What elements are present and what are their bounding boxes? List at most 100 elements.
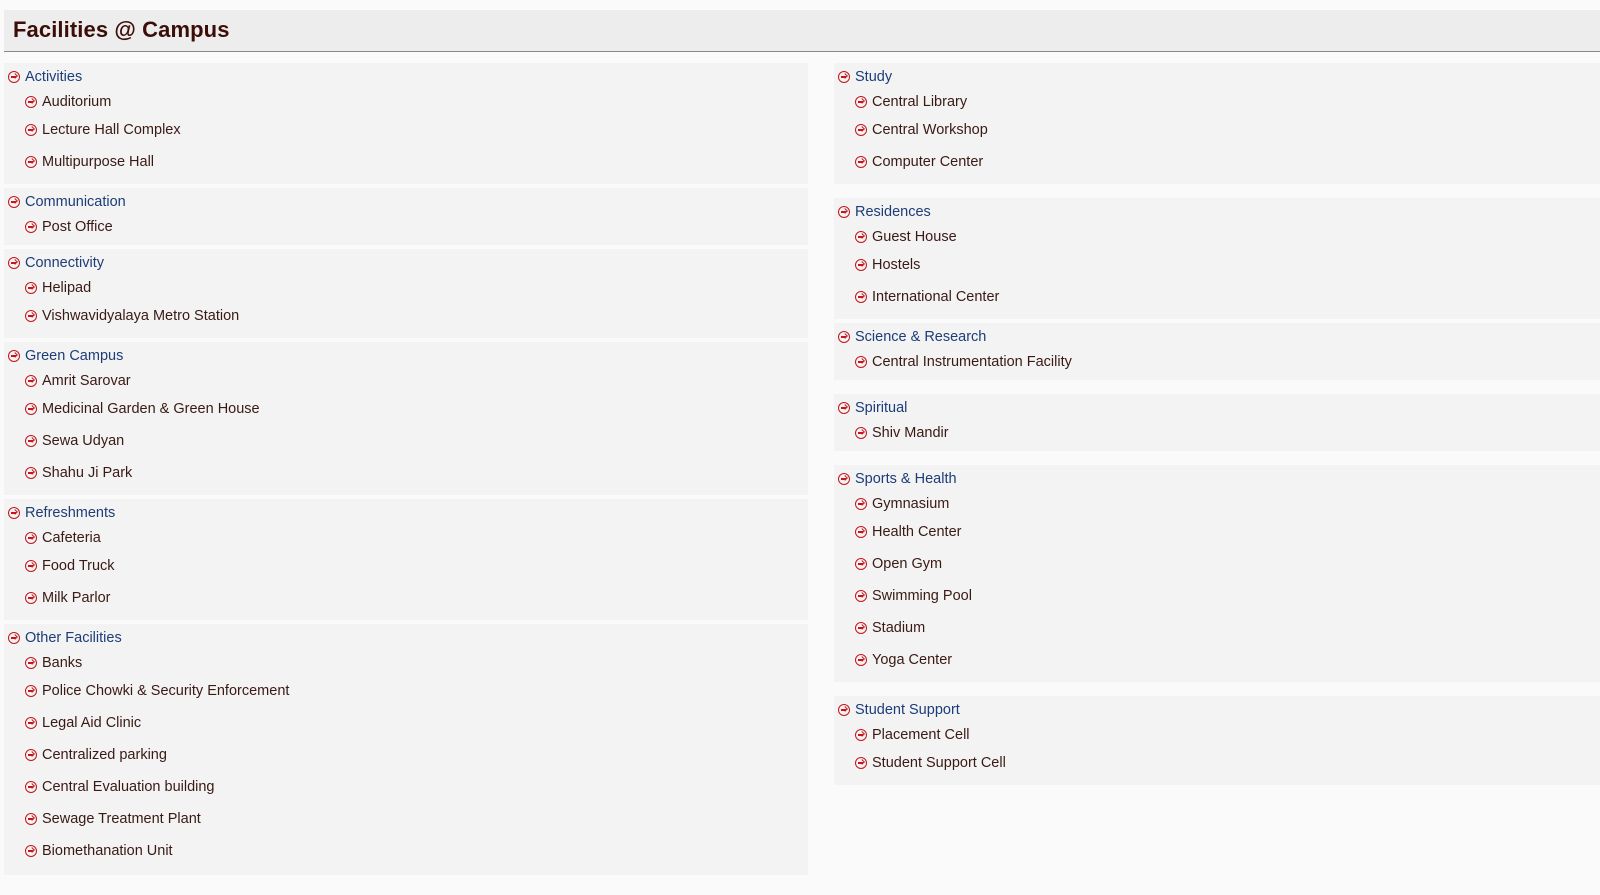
facility-link-lecture-hall-complex[interactable]: Lecture Hall Complex <box>4 114 808 146</box>
circle-arrow-right-icon <box>25 310 37 322</box>
facility-label: Medicinal Garden & Green House <box>42 401 260 417</box>
facility-link-international-center[interactable]: International Center <box>834 281 1600 313</box>
facility-link-central-evaluation-building[interactable]: Central Evaluation building <box>4 771 808 803</box>
facility-label: Health Center <box>872 524 962 540</box>
circle-arrow-right-icon <box>25 96 37 108</box>
facility-link-gymnasium[interactable]: Gymnasium <box>834 492 1600 516</box>
facility-link-post-office[interactable]: Post Office <box>4 215 808 239</box>
facility-section-study: Study Central Library Central Workshop Comp… <box>834 63 1600 184</box>
category-link-student-support[interactable]: Student Support <box>834 697 1600 723</box>
circle-arrow-right-icon <box>25 221 37 233</box>
circle-arrow-right-icon <box>8 350 20 362</box>
facility-link-sewa-udyan[interactable]: Sewa Udyan <box>4 425 808 457</box>
circle-arrow-right-icon <box>855 259 867 271</box>
facility-label: Legal Aid Clinic <box>42 715 142 731</box>
category-link-spiritual[interactable]: Spiritual <box>834 395 1600 421</box>
facility-link-amrit-sarovar[interactable]: Amrit Sarovar <box>4 369 808 393</box>
category-link-refreshments[interactable]: Refreshments <box>4 500 808 526</box>
facility-label: Milk Parlor <box>42 590 111 606</box>
facility-link-hostels[interactable]: Hostels <box>834 249 1600 281</box>
facility-link-food-truck[interactable]: Food Truck <box>4 550 808 582</box>
facility-link-milk-parlor[interactable]: Milk Parlor <box>4 582 808 614</box>
category-link-sports-and-health[interactable]: Sports & Health <box>834 466 1600 492</box>
facility-label: Helipad <box>42 280 92 296</box>
facility-link-central-workshop[interactable]: Central Workshop <box>834 114 1600 146</box>
facility-link-biomethanation-unit[interactable]: Biomethanation Unit <box>4 835 808 867</box>
circle-arrow-right-icon <box>8 196 20 208</box>
category-label: Green Campus <box>25 348 124 364</box>
facility-link-stadium[interactable]: Stadium <box>834 612 1600 644</box>
facility-label: Police Chowki & Security Enforcement <box>42 683 290 699</box>
facility-link-guest-house[interactable]: Guest House <box>834 225 1600 249</box>
category-label: Science & Research <box>855 329 987 345</box>
facility-label: Amrit Sarovar <box>42 373 131 389</box>
category-link-communication[interactable]: Communication <box>4 189 808 215</box>
facility-link-cafeteria[interactable]: Cafeteria <box>4 526 808 550</box>
facility-link-vishwavidyalaya-metro-station[interactable]: Vishwavidyalaya Metro Station <box>4 300 808 332</box>
facility-link-multipurpose-hall[interactable]: Multipurpose Hall <box>4 146 808 178</box>
facility-label: Food Truck <box>42 558 115 574</box>
category-link-residences[interactable]: Residences <box>834 199 1600 225</box>
circle-arrow-right-icon <box>855 356 867 368</box>
facility-link-banks[interactable]: Banks <box>4 651 808 675</box>
facility-link-shiv-mandir[interactable]: Shiv Mandir <box>834 421 1600 445</box>
facility-label: Central Workshop <box>872 122 988 138</box>
circle-arrow-right-icon <box>855 156 867 168</box>
facility-link-student-support-cell[interactable]: Student Support Cell <box>834 747 1600 779</box>
facility-label: Shiv Mandir <box>872 425 949 441</box>
facility-label: Lecture Hall Complex <box>42 122 181 138</box>
facility-link-medicinal-garden-and-green-house[interactable]: Medicinal Garden & Green House <box>4 393 808 425</box>
facility-section-sports-and-health: Sports & Health Gymnasium Health Center Ope… <box>834 465 1600 682</box>
facility-label: Multipurpose Hall <box>42 154 155 170</box>
circle-arrow-right-icon <box>855 498 867 510</box>
facility-link-helipad[interactable]: Helipad <box>4 276 808 300</box>
circle-arrow-right-icon <box>838 206 850 218</box>
circle-arrow-right-icon <box>25 813 37 825</box>
circle-arrow-right-icon <box>25 717 37 729</box>
facility-label: Central Instrumentation Facility <box>872 354 1072 370</box>
circle-arrow-right-icon <box>25 532 37 544</box>
category-label: Other Facilities <box>25 630 122 646</box>
facility-label: Sewage Treatment Plant <box>42 811 201 827</box>
facility-link-central-instrumentation-facility[interactable]: Central Instrumentation Facility <box>834 350 1600 374</box>
facility-link-health-center[interactable]: Health Center <box>834 516 1600 548</box>
category-link-science-and-research[interactable]: Science & Research <box>834 324 1600 350</box>
circle-arrow-right-icon <box>25 403 37 415</box>
circle-arrow-right-icon <box>25 375 37 387</box>
facility-link-centralized-parking[interactable]: Centralized parking <box>4 739 808 771</box>
facility-link-legal-aid-clinic[interactable]: Legal Aid Clinic <box>4 707 808 739</box>
circle-arrow-right-icon <box>8 632 20 644</box>
facility-link-auditorium[interactable]: Auditorium <box>4 90 808 114</box>
facility-label: Computer Center <box>872 154 984 170</box>
facility-link-central-library[interactable]: Central Library <box>834 90 1600 114</box>
circle-arrow-right-icon <box>838 331 850 343</box>
facility-link-swimming-pool[interactable]: Swimming Pool <box>834 580 1600 612</box>
facility-label: Stadium <box>872 620 926 636</box>
facility-label: Placement Cell <box>872 727 970 743</box>
facility-label: Auditorium <box>42 94 112 110</box>
facility-section-student-support: Student Support Placement Cell Student Sup… <box>834 696 1600 785</box>
facility-section-connectivity: Connectivity Helipad Vishwavidyalaya Metro… <box>4 249 808 338</box>
facility-label: International Center <box>872 289 1000 305</box>
category-link-other-facilities[interactable]: Other Facilities <box>4 625 808 651</box>
facility-link-shahu-ji-park[interactable]: Shahu Ji Park <box>4 457 808 489</box>
circle-arrow-right-icon <box>25 685 37 697</box>
facility-link-placement-cell[interactable]: Placement Cell <box>834 723 1600 747</box>
category-link-green-campus[interactable]: Green Campus <box>4 343 808 369</box>
category-link-connectivity[interactable]: Connectivity <box>4 250 808 276</box>
category-label: Residences <box>855 204 931 220</box>
facility-section-science-and-research: Science & Research Central Instrumentatio… <box>834 323 1600 380</box>
right-column: Study Central Library Central Workshop Comp… <box>834 63 1600 785</box>
facility-link-yoga-center[interactable]: Yoga Center <box>834 644 1600 676</box>
facility-link-police-chowki-and-security-enforcement[interactable]: Police Chowki & Security Enforcement <box>4 675 808 707</box>
facility-link-open-gym[interactable]: Open Gym <box>834 548 1600 580</box>
facility-label: Student Support Cell <box>872 755 1006 771</box>
category-link-study[interactable]: Study <box>834 64 1600 90</box>
circle-arrow-right-icon <box>8 507 20 519</box>
facility-link-sewage-treatment-plant[interactable]: Sewage Treatment Plant <box>4 803 808 835</box>
facility-label: Biomethanation Unit <box>42 843 173 859</box>
facility-link-computer-center[interactable]: Computer Center <box>834 146 1600 178</box>
circle-arrow-right-icon <box>25 592 37 604</box>
facility-section-green-campus: Green Campus Amrit Sarovar Medicinal Garde… <box>4 342 808 495</box>
category-link-activities[interactable]: Activities <box>4 64 808 90</box>
